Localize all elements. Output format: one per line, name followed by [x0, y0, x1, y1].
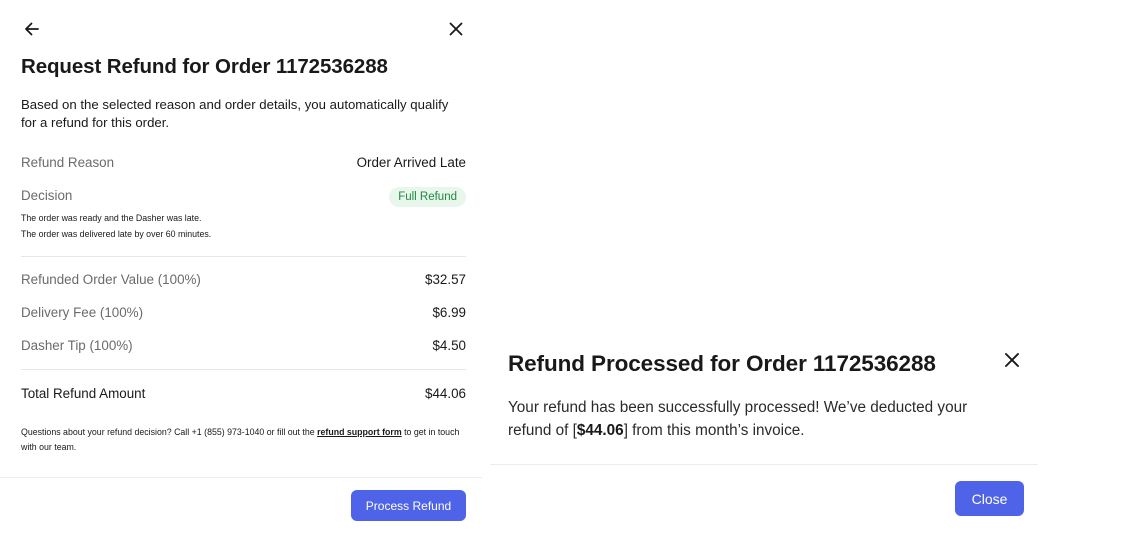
- divider: [21, 369, 466, 370]
- modal-title: Refund Processed for Order 1172536288: [508, 351, 936, 376]
- refund-amount: $44.06: [576, 421, 624, 439]
- process-refund-button[interactable]: Process Refund: [351, 490, 466, 521]
- total-refund-value: $44.06: [425, 386, 466, 401]
- modal-description: Based on the selected reason and order d…: [21, 97, 449, 130]
- decision-note: The order was delivered late by over 60 …: [21, 229, 212, 239]
- line-item-value: $4.50: [432, 338, 466, 353]
- line-item-value: $32.57: [425, 272, 466, 287]
- modal-title: Request Refund for Order 1172536288: [21, 55, 388, 78]
- total-refund-label: Total Refund Amount: [21, 386, 146, 401]
- refund-support-form-link[interactable]: refund support form: [317, 427, 402, 437]
- divider: [21, 256, 466, 257]
- line-item-label: Dasher Tip (100%): [21, 338, 133, 353]
- support-note-text: Questions about your refund decision? Ca…: [21, 427, 318, 437]
- close-icon[interactable]: [446, 19, 466, 39]
- close-icon[interactable]: [1002, 350, 1022, 370]
- footer-divider: [490, 464, 1038, 465]
- decision-label: Decision: [21, 188, 73, 203]
- refund-reason-value: Order Arrived Late: [356, 155, 466, 170]
- footer-divider: [0, 477, 482, 478]
- line-item-label: Refunded Order Value (100%): [21, 272, 201, 287]
- close-button[interactable]: Close: [955, 481, 1024, 516]
- arrow-left-icon[interactable]: [22, 19, 42, 39]
- line-item-label: Delivery Fee (100%): [21, 305, 144, 320]
- support-note: Questions about your refund decision? Ca…: [21, 425, 471, 455]
- decision-note: The order was ready and the Dasher was l…: [21, 213, 202, 223]
- confirmation-message: Your refund has been successfully proces…: [508, 397, 1008, 442]
- confirmation-text: ] from this month’s invoice.: [623, 421, 805, 439]
- line-item-value: $6.99: [432, 305, 466, 320]
- decision-status-badge: Full Refund: [389, 187, 466, 207]
- refund-reason-label: Refund Reason: [21, 155, 115, 170]
